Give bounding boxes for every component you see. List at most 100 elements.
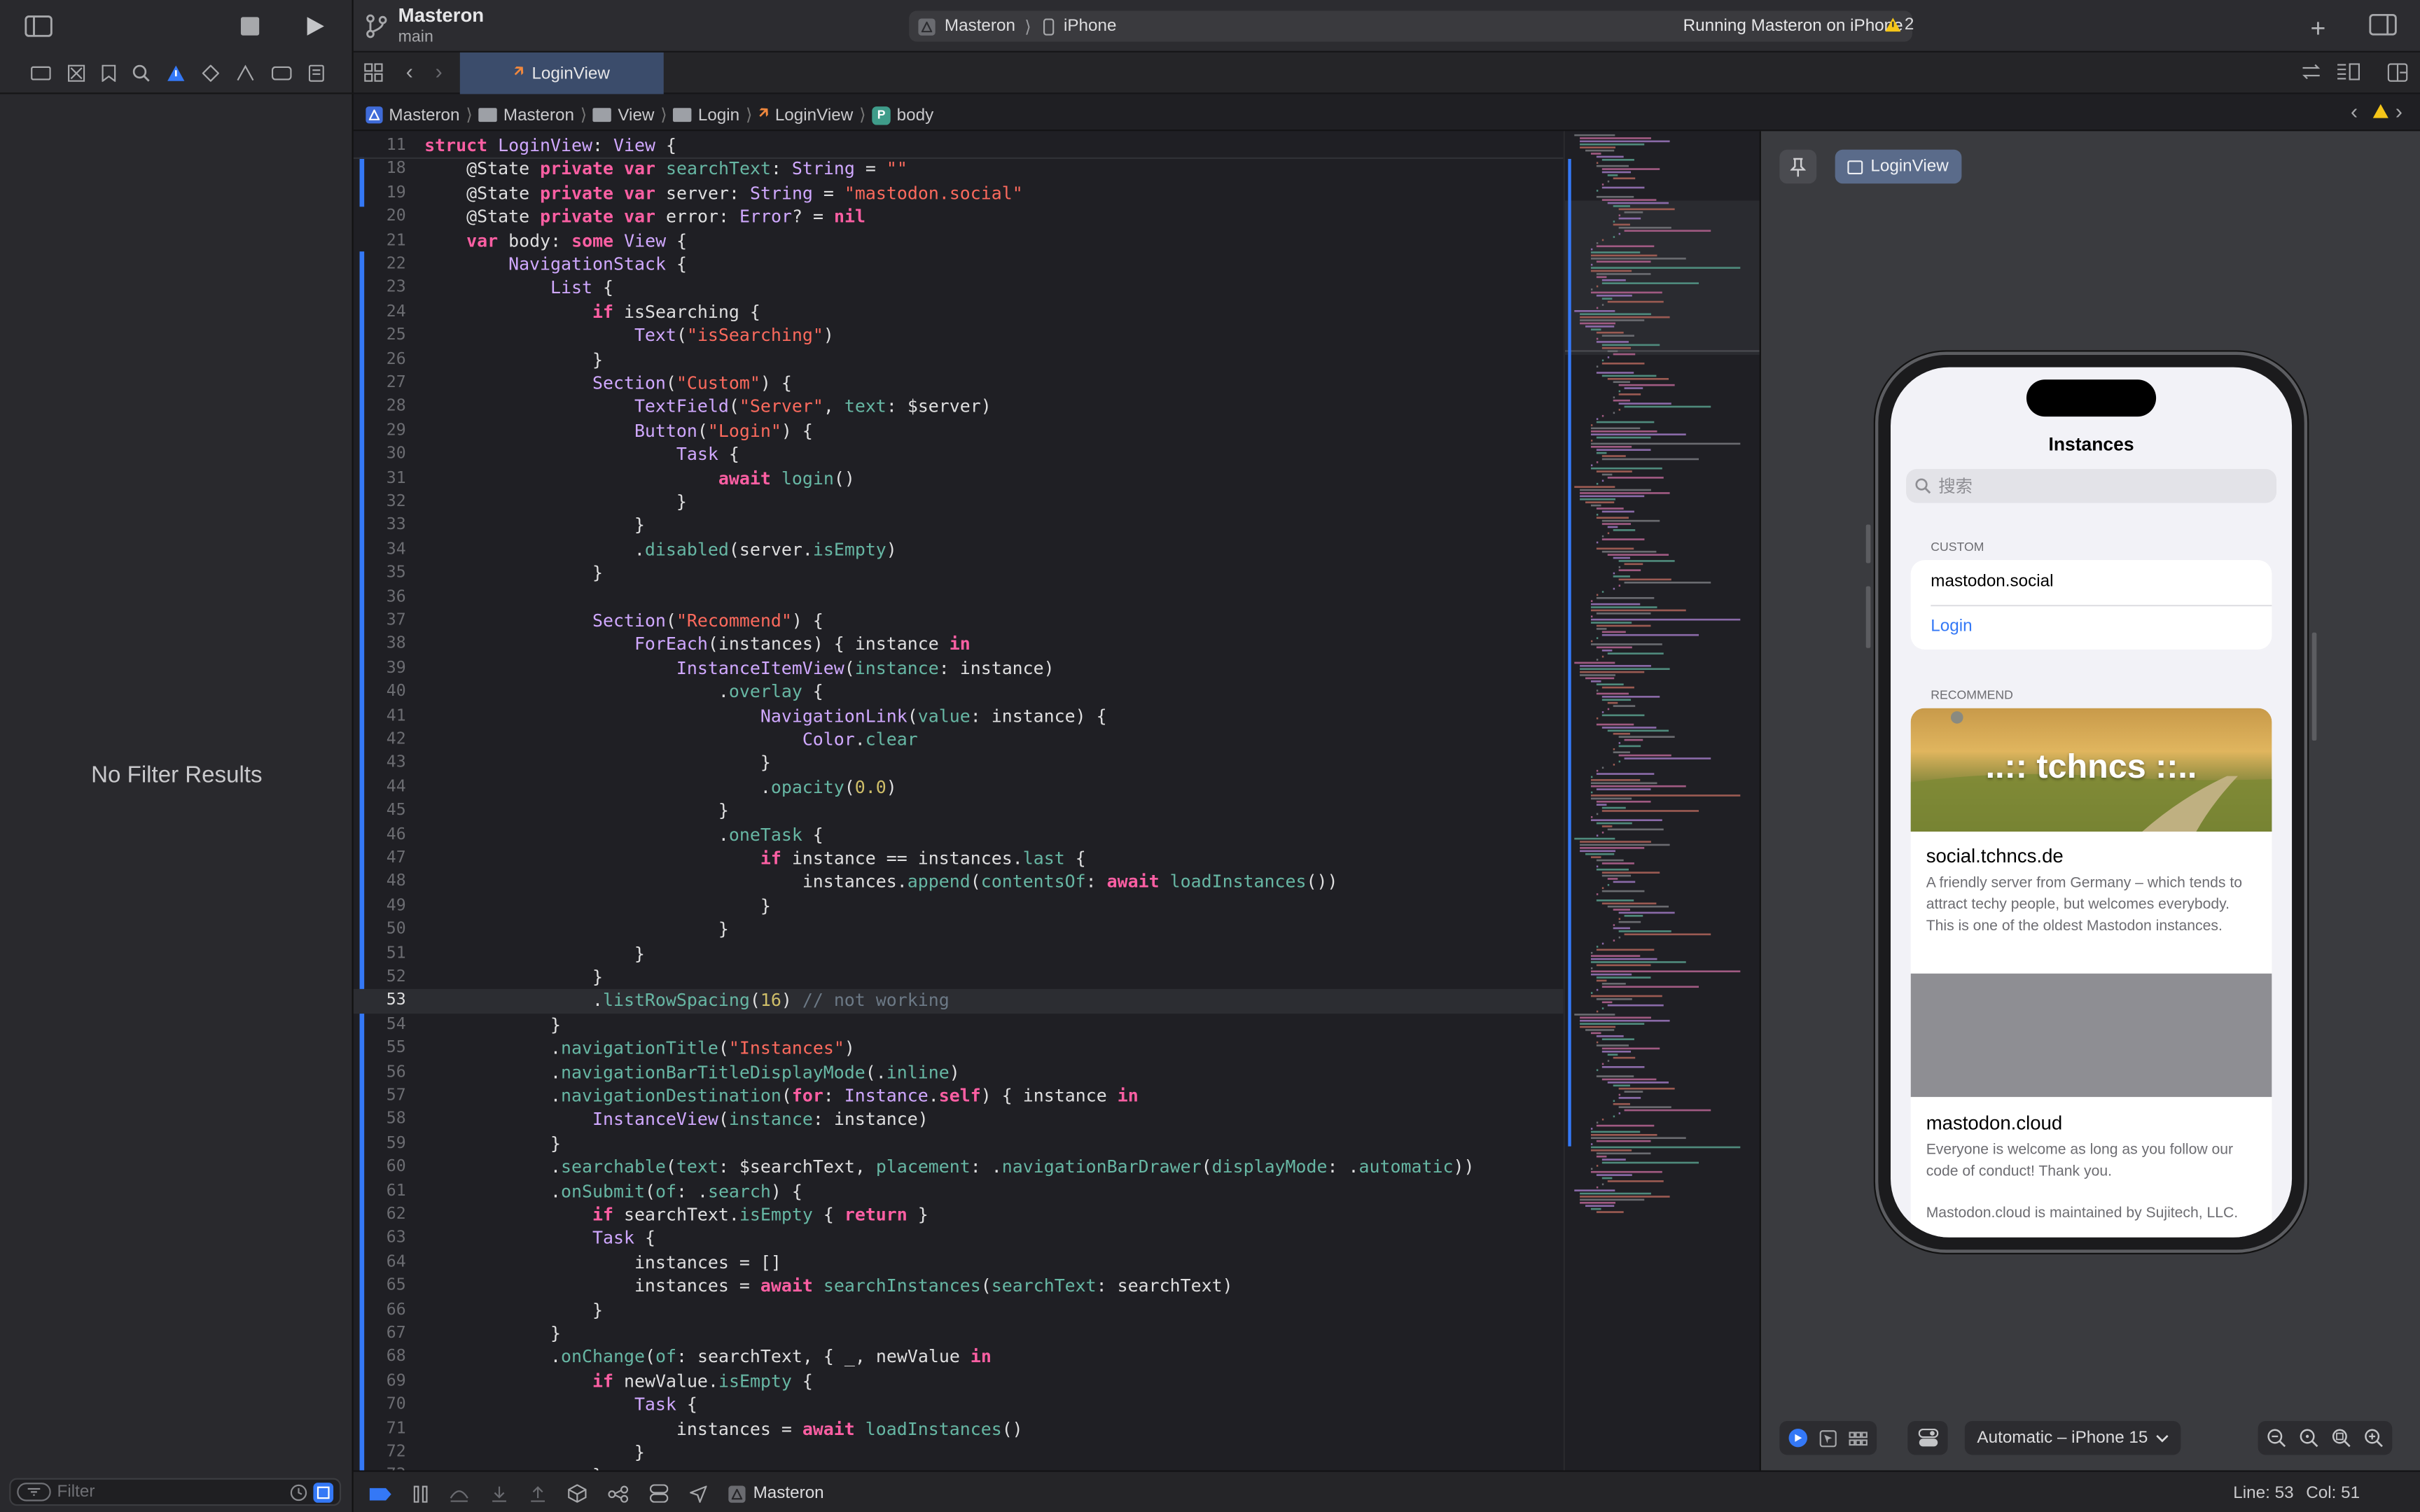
pause-icon[interactable]	[413, 1485, 428, 1502]
bookmark-icon[interactable]	[101, 64, 116, 81]
code-line[interactable]: 42 Color.clear	[354, 728, 1564, 752]
code-line[interactable]: 41 NavigationLink(value: instance) {	[354, 704, 1564, 728]
forward-icon[interactable]: ›	[436, 59, 443, 83]
code-line[interactable]: 53 .listRowSpacing(16) // not working	[353, 989, 1564, 1014]
breakpoint-icon[interactable]	[270, 65, 291, 80]
code-line[interactable]: 59 }	[354, 1132, 1564, 1156]
report-icon[interactable]	[307, 64, 324, 81]
recent-filter-icon[interactable]	[290, 1483, 307, 1501]
zoom-actual-icon[interactable]	[2300, 1429, 2318, 1448]
code-line[interactable]: 51 }	[354, 942, 1564, 966]
code-line[interactable]: 58 InstanceView(instance: instance)	[354, 1108, 1564, 1132]
step-into-icon[interactable]	[491, 1485, 508, 1502]
code-line[interactable]: 34 .disabled(server.isEmpty)	[354, 538, 1564, 562]
code-line[interactable]: 32 }	[354, 491, 1564, 514]
inspector-toggle-icon[interactable]	[2369, 13, 2397, 36]
warning-icon[interactable]	[2372, 104, 2389, 119]
breadcrumb-group[interactable]: Masteron	[503, 106, 574, 124]
scope-filter-icon[interactable]	[313, 1482, 334, 1502]
code-line[interactable]: 25 Text("isSearching")	[354, 324, 1564, 348]
code-line[interactable]: 70 Task {	[354, 1394, 1564, 1418]
breakpoints-toggle-icon[interactable]	[369, 1487, 392, 1501]
code-line[interactable]: 60 .searchable(text: $searchText, placem…	[354, 1156, 1564, 1180]
code-line[interactable]: 33 }	[354, 514, 1564, 538]
branch-icon[interactable]	[366, 14, 387, 38]
previous-issue-icon[interactable]: ‹	[2351, 99, 2358, 123]
tab-loginview[interactable]: 🡵 LoginView	[459, 52, 664, 94]
code-line[interactable]: 28 TextField("Server", text: $server)	[354, 396, 1564, 419]
minimap[interactable]	[1563, 131, 1760, 1471]
code-line[interactable]: 45 }	[354, 799, 1564, 823]
source-control-icon[interactable]	[67, 64, 85, 81]
code-line[interactable]: 68 .onChange(of: searchText, { _, newVal…	[354, 1346, 1564, 1370]
stop-icon[interactable]	[235, 13, 265, 41]
folder-icon[interactable]	[29, 65, 50, 80]
code-line[interactable]: 66 }	[354, 1298, 1564, 1322]
breadcrumb-file[interactable]: LoginView	[775, 106, 853, 124]
code-line[interactable]: 44 .opacity(0.0)	[354, 776, 1564, 799]
memory-graph-icon[interactable]	[608, 1485, 629, 1502]
code-line[interactable]: 57 .navigationDestination(for: Instance.…	[354, 1084, 1564, 1108]
scheme-device[interactable]: iPhone	[1064, 17, 1117, 35]
warning-badge[interactable]: 2	[1884, 15, 1914, 34]
debug-target[interactable]: Masteron	[753, 1484, 824, 1502]
breadcrumb-project[interactable]: Masteron	[389, 106, 459, 124]
breadcrumb-login[interactable]: Login	[698, 106, 739, 124]
code-line[interactable]: 54 }	[354, 1014, 1564, 1037]
instance-banner[interactable]	[1910, 973, 2272, 1098]
code-line[interactable]: 26 }	[354, 348, 1564, 372]
code-line[interactable]: 55 .navigationTitle("Instances")	[354, 1037, 1564, 1061]
instance-name[interactable]: social.tchncs.de	[1926, 846, 2064, 867]
test-icon[interactable]	[201, 64, 218, 81]
code-line[interactable]: 38 ForEach(instances) { instance in	[354, 634, 1564, 657]
pin-icon[interactable]	[1779, 149, 1817, 184]
zoom-in-icon[interactable]	[2365, 1429, 2383, 1448]
code-line[interactable]: 22 NavigationStack {	[354, 253, 1564, 276]
code-line[interactable]: 67 }	[354, 1322, 1564, 1346]
grid-icon[interactable]	[364, 63, 383, 82]
code-line[interactable]: 47 if instance == instances.last {	[354, 847, 1564, 871]
zoom-fit-icon[interactable]	[2332, 1429, 2351, 1448]
code-line[interactable]: 56 .navigationBarTitleDisplayMode(.inlin…	[354, 1061, 1564, 1085]
code-line[interactable]: 20 @State private var error: Error? = ni…	[354, 206, 1564, 230]
split-editor-icon[interactable]	[2387, 63, 2408, 82]
code-line[interactable]: 19 @State private var server: String = "…	[354, 182, 1564, 206]
debug-icon[interactable]	[235, 64, 253, 80]
live-mode-icon[interactable]	[1788, 1428, 1807, 1448]
step-out-icon[interactable]	[529, 1485, 546, 1502]
code-line[interactable]: 29 Button("Login") {	[354, 419, 1564, 443]
code-line[interactable]: 72 }	[354, 1441, 1564, 1465]
code-line[interactable]: 71 instances = await loadInstances()	[354, 1418, 1564, 1441]
source-editor[interactable]: 11 struct LoginView: View {18 @State priv…	[353, 131, 1564, 1471]
back-icon[interactable]: ‹	[406, 59, 413, 83]
device-settings-icon[interactable]	[1907, 1420, 1948, 1455]
code-line[interactable]: 73 }	[354, 1465, 1564, 1471]
device-selector[interactable]: Automatic – iPhone 15	[1964, 1420, 2181, 1455]
code-line[interactable]: 40 .overlay {	[354, 680, 1564, 704]
navigator-filter-field[interactable]: Filter	[9, 1478, 342, 1506]
code-line[interactable]: 37 Section("Recommend") {	[354, 610, 1564, 634]
filter-options-icon[interactable]	[17, 1483, 51, 1502]
code-line[interactable]: 27 Section("Custom") {	[354, 372, 1564, 396]
code-line[interactable]: 61 .onSubmit(of: .search) {	[354, 1180, 1564, 1203]
code-line[interactable]: 63 Task {	[354, 1227, 1564, 1251]
instance-name[interactable]: mastodon.cloud	[1926, 1112, 2063, 1134]
code-line[interactable]: 43 }	[354, 752, 1564, 776]
project-name[interactable]: Masteron	[398, 5, 484, 27]
breadcrumb-view[interactable]: View	[618, 106, 654, 124]
sidebar-toggle-icon[interactable]	[22, 13, 55, 41]
code-line[interactable]: 48 instances.append(contentsOf: await lo…	[354, 871, 1564, 895]
variants-icon[interactable]	[1849, 1431, 1868, 1446]
environment-overrides-icon[interactable]	[649, 1484, 669, 1503]
code-line[interactable]: 62 if searchText.isEmpty { return }	[354, 1203, 1564, 1227]
breadcrumb-symbol[interactable]: body	[897, 106, 934, 124]
code-line[interactable]: 36	[354, 586, 1564, 610]
code-line[interactable]: 18 @State private var searchText: String…	[354, 158, 1564, 182]
code-line[interactable]: 24 if isSearching {	[354, 300, 1564, 324]
view-hierarchy-icon[interactable]	[568, 1484, 587, 1503]
instance-banner[interactable]: ..:: tchncs ::..	[1910, 708, 2272, 832]
code-line[interactable]: 46 .oneTask {	[354, 823, 1564, 847]
code-line[interactable]: 21 var body: some View {	[354, 230, 1564, 253]
search-field[interactable]: 搜索	[1906, 469, 2277, 503]
code-line[interactable]: 69 if newValue.isEmpty {	[354, 1370, 1564, 1394]
